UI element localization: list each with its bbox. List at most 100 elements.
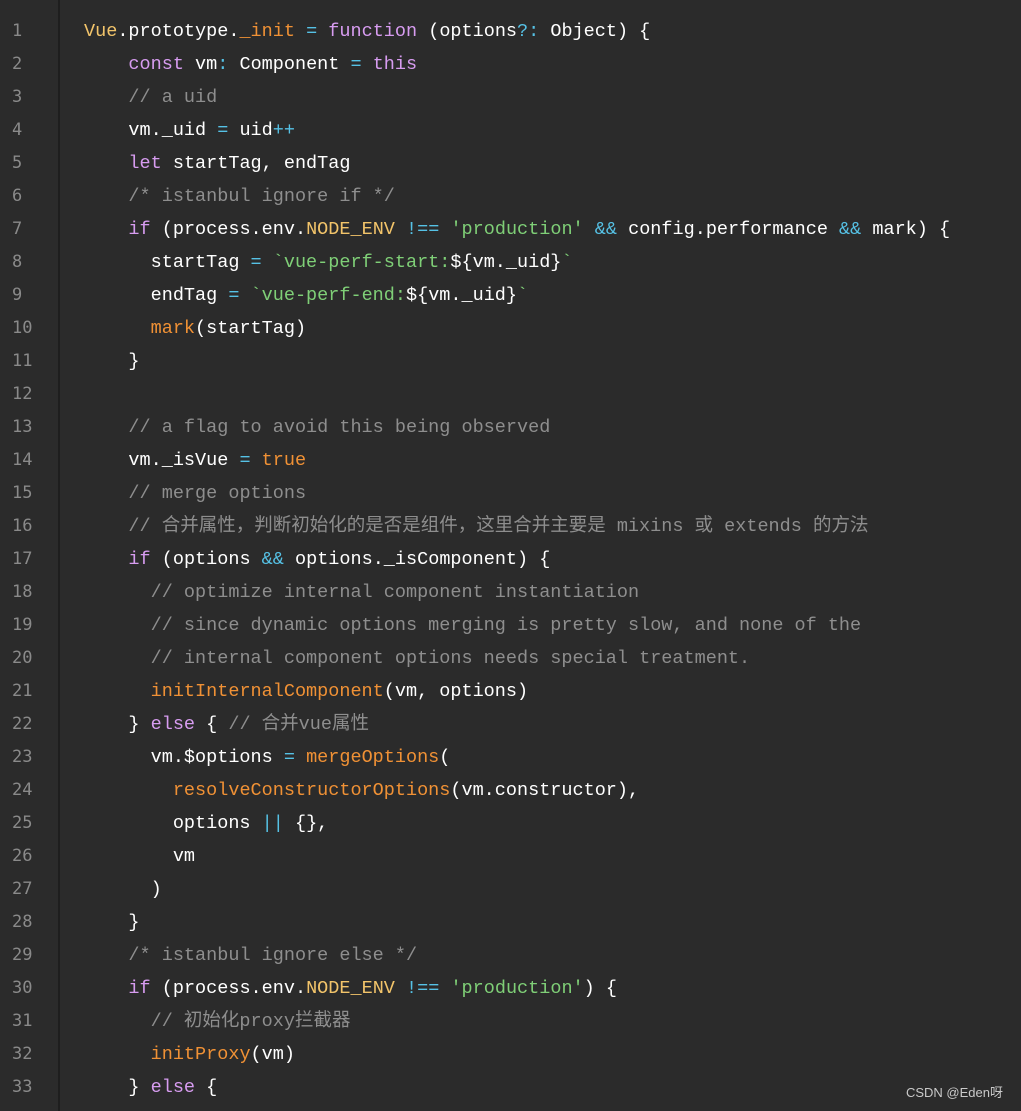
code-line[interactable]: 28 }: [0, 906, 1021, 939]
code-text: resolveConstructorOptions(vm.constructor…: [84, 774, 639, 807]
code-token: // a flag to avoid this being observed: [128, 417, 551, 438]
code-line[interactable]: 6 /* istanbul ignore if */: [0, 180, 1021, 213]
code-editor[interactable]: 1 Vue.prototype._init = function (options…: [0, 0, 1021, 1111]
code-line[interactable]: 9 endTag = `vue-perf-end:${vm._uid}`: [0, 279, 1021, 312]
code-token: // 初始化proxy拦截器: [150, 1011, 351, 1032]
code-line[interactable]: 18 // optimize internal component instan…: [0, 576, 1021, 609]
code-line[interactable]: 29 /* istanbul ignore else */: [0, 939, 1021, 972]
code-token: Component: [228, 54, 351, 75]
code-line[interactable]: 11 }: [0, 345, 1021, 378]
code-token: !==: [406, 978, 440, 999]
code-text: initInternalComponent(vm, options): [84, 675, 528, 708]
code-line[interactable]: 15 // merge options: [0, 477, 1021, 510]
code-token: :: [217, 54, 229, 75]
code-text: // a flag to avoid this being observed: [84, 411, 550, 444]
code-line[interactable]: 21 initInternalComponent(vm, options): [0, 675, 1021, 708]
code-token: &&: [839, 219, 862, 240]
code-line[interactable]: 16 // 合并属性，判断初始化的是否是组件，这里合并主要是 mixins 或 …: [0, 510, 1021, 543]
code-text: vm: [84, 840, 195, 873]
code-line[interactable]: 5 let startTag, endTag: [0, 147, 1021, 180]
code-line[interactable]: 8 startTag = `vue-perf-start:${vm._uid}`: [0, 246, 1021, 279]
code-token: ) {: [583, 978, 617, 999]
code-text: ): [84, 873, 162, 906]
line-number: 3: [12, 87, 23, 107]
code-line[interactable]: 30 if (process.env.NODE_ENV !== 'product…: [0, 972, 1021, 1005]
code-line[interactable]: 17 if (options && options._isComponent) …: [0, 543, 1021, 576]
code-token: vm: [183, 54, 218, 75]
code-token: }: [84, 1077, 151, 1098]
code-text: /* istanbul ignore if */: [84, 180, 395, 213]
code-token: .prototype.: [117, 21, 240, 42]
code-token: config.performance: [617, 219, 840, 240]
code-token: vm: [84, 846, 196, 867]
code-text: const vm: Component = this: [84, 48, 417, 81]
code-line[interactable]: 10 mark(startTag): [0, 312, 1021, 345]
code-line[interactable]: 13 // a flag to avoid this being observe…: [0, 411, 1021, 444]
code-token: /* istanbul ignore if */: [128, 186, 395, 207]
line-number: 33: [12, 1077, 33, 1097]
code-token: `: [517, 285, 529, 306]
code-token: this: [372, 54, 418, 75]
code-line[interactable]: 32 initProxy(vm): [0, 1038, 1021, 1071]
line-number: 4: [12, 120, 23, 140]
code-token: }: [84, 912, 140, 933]
code-line[interactable]: 33 } else {: [0, 1071, 1021, 1104]
code-line[interactable]: 3 // a uid: [0, 81, 1021, 114]
code-line[interactable]: 7 if (process.env.NODE_ENV !== 'producti…: [0, 213, 1021, 246]
code-token: `: [561, 252, 573, 273]
code-token: &&: [594, 219, 617, 240]
code-line[interactable]: 24 resolveConstructorOptions(vm.construc…: [0, 774, 1021, 807]
code-text: if (process.env.NODE_ENV !== 'production…: [84, 213, 950, 246]
code-token: (options: [150, 549, 262, 570]
code-line[interactable]: 25 options || {},: [0, 807, 1021, 840]
code-token: =: [217, 120, 229, 141]
code-token: startTag: [84, 252, 251, 273]
code-token: // internal component options needs spec…: [150, 648, 751, 669]
line-number: 29: [12, 945, 33, 965]
code-text: if (options && options._isComponent) {: [84, 543, 550, 576]
line-number: 27: [12, 879, 33, 899]
code-token: 'production': [450, 978, 584, 999]
code-token: ): [84, 879, 162, 900]
code-line[interactable]: 2 const vm: Component = this: [0, 48, 1021, 81]
code-area[interactable]: 1 Vue.prototype._init = function (options…: [0, 15, 1021, 1104]
code-line[interactable]: 1 Vue.prototype._init = function (options…: [0, 15, 1021, 48]
code-line[interactable]: 27 ): [0, 873, 1021, 906]
code-token: const: [128, 54, 184, 75]
code-token: {: [195, 714, 229, 735]
code-line[interactable]: 14 vm._isVue = true: [0, 444, 1021, 477]
line-number: 9: [12, 285, 23, 305]
code-token: else: [150, 714, 196, 735]
code-token: =: [306, 21, 318, 42]
code-line[interactable]: 23 vm.$options = mergeOptions(: [0, 741, 1021, 774]
code-token: startTag, endTag: [161, 153, 351, 174]
code-line[interactable]: 22 } else { // 合并vue属性: [0, 708, 1021, 741]
code-token: =: [250, 252, 262, 273]
code-line[interactable]: 31 // 初始化proxy拦截器: [0, 1005, 1021, 1038]
code-line[interactable]: 19 // since dynamic options merging is p…: [0, 609, 1021, 642]
code-line[interactable]: 12: [0, 378, 1021, 411]
code-token: &&: [261, 549, 284, 570]
line-number: 30: [12, 978, 33, 998]
code-line[interactable]: 20 // internal component options needs s…: [0, 642, 1021, 675]
code-line[interactable]: 4 vm._uid = uid++: [0, 114, 1021, 147]
code-line[interactable]: 26 vm: [0, 840, 1021, 873]
